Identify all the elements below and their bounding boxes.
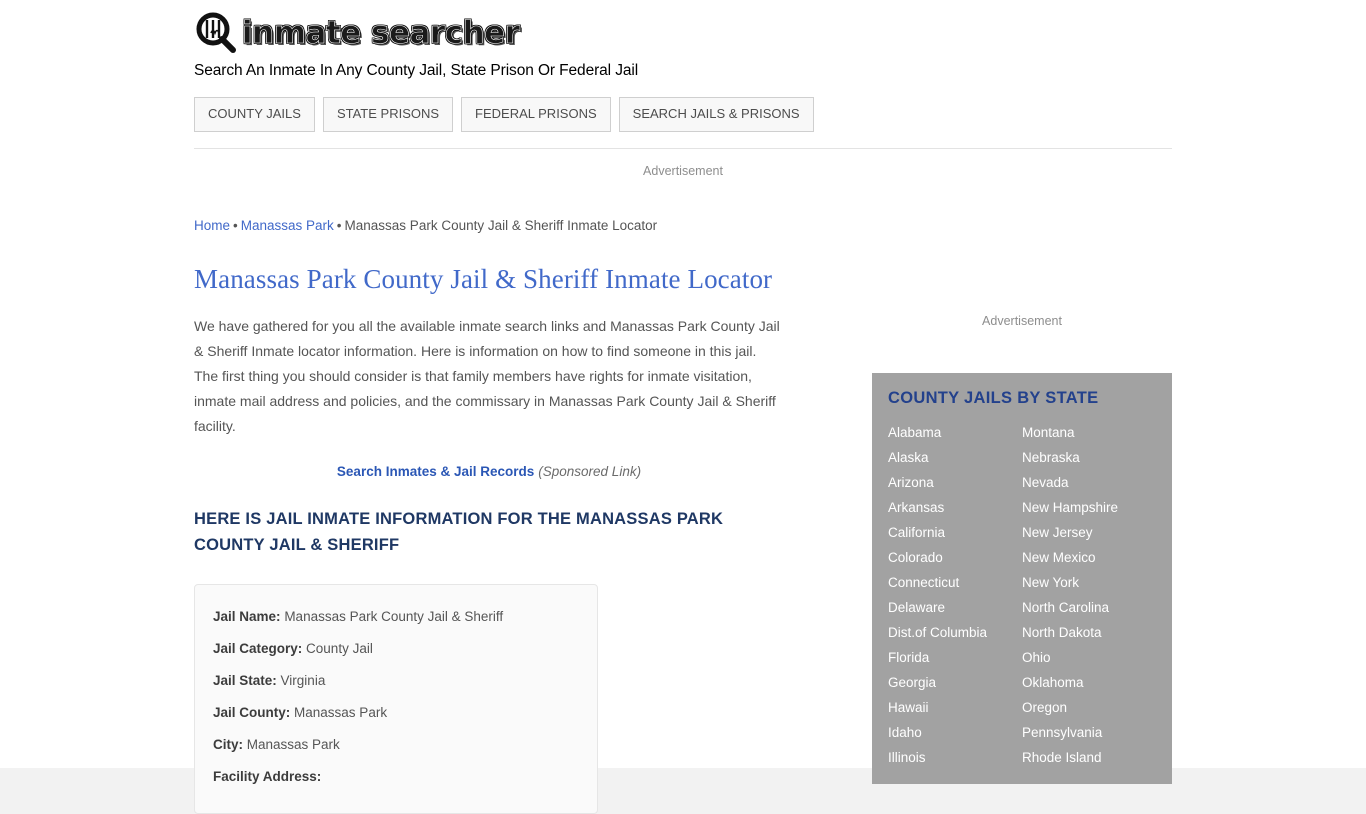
- breadcrumb-county[interactable]: Manassas Park: [241, 218, 334, 233]
- info-value-jail-county: Manassas Park: [294, 705, 388, 720]
- info-row-jail-county: Jail County: Manassas Park: [213, 697, 579, 729]
- state-link-hawaii[interactable]: Hawaii: [888, 695, 1022, 720]
- state-link-ohio[interactable]: Ohio: [1022, 645, 1156, 670]
- section-heading: HERE IS JAIL INMATE INFORMATION FOR THE …: [194, 510, 724, 554]
- state-link-florida[interactable]: Florida: [888, 645, 1022, 670]
- state-link-georgia[interactable]: Georgia: [888, 670, 1022, 695]
- state-link-new-jersey[interactable]: New Jersey: [1022, 520, 1156, 545]
- info-value-jail-category: County Jail: [306, 641, 373, 656]
- sponsored-search-link[interactable]: Search Inmates & Jail Records: [337, 464, 534, 479]
- info-row-facility-address: Facility Address:: [213, 761, 579, 793]
- breadcrumb-current: Manassas Park County Jail & Sheriff Inma…: [344, 218, 658, 233]
- state-link-rhode-island[interactable]: Rhode Island: [1022, 745, 1156, 770]
- breadcrumb-home[interactable]: Home: [194, 218, 230, 233]
- state-link-alaska[interactable]: Alaska: [888, 445, 1022, 470]
- info-value-jail-name: Manassas Park County Jail & Sheriff: [284, 609, 504, 624]
- sidebar-ad-label: Advertisement: [982, 314, 1062, 328]
- nav-item-federal-prisons[interactable]: FEDERAL PRISONS: [461, 97, 611, 132]
- info-row-jail-category: Jail Category: County Jail: [213, 633, 579, 665]
- state-link-connecticut[interactable]: Connecticut: [888, 570, 1022, 595]
- breadcrumb: Home • Manassas Park • Manassas Park County …: [194, 218, 657, 233]
- page-title: Manassas Park County Jail & Sheriff Inma…: [194, 264, 773, 294]
- sponsored-link-row: Search Inmates & Jail Records (Sponsored …: [194, 464, 784, 479]
- info-row-jail-name: Jail Name: Manassas Park County Jail & S…: [213, 601, 579, 633]
- magnifier-prison-bars-icon: [194, 12, 238, 54]
- state-link-north-carolina[interactable]: North Carolina: [1022, 595, 1156, 620]
- state-link-delaware[interactable]: Delaware: [888, 595, 1022, 620]
- info-label-jail-state: Jail State:: [213, 673, 277, 688]
- nav-item-county-jails[interactable]: COUNTY JAILS: [194, 97, 315, 132]
- nav-item-state-prisons[interactable]: STATE PRISONS: [322, 97, 454, 132]
- logo[interactable]: inmate searcher: [194, 10, 1172, 56]
- breadcrumb-separator-2: •: [336, 218, 342, 233]
- sidebar-title: COUNTY JAILS BY STATE: [888, 389, 1099, 407]
- info-row-city: City: Manassas Park: [213, 729, 579, 761]
- state-link-arkansas[interactable]: Arkansas: [888, 495, 1022, 520]
- page-root: inmate searcher Search An Inmate In Any …: [0, 0, 1366, 814]
- state-link-oregon[interactable]: Oregon: [1022, 695, 1156, 720]
- breadcrumb-separator-1: •: [233, 218, 238, 233]
- state-link-oklahoma[interactable]: Oklahoma: [1022, 670, 1156, 695]
- state-columns: Alabama Alaska Arizona Arkansas Californ…: [888, 420, 1156, 770]
- state-link-new-york[interactable]: New York: [1022, 570, 1156, 595]
- state-link-idaho[interactable]: Idaho: [888, 720, 1022, 745]
- state-link-arizona[interactable]: Arizona: [888, 470, 1022, 495]
- info-label-jail-county: Jail County:: [213, 705, 291, 720]
- state-link-colorado[interactable]: Colorado: [888, 545, 1022, 570]
- sponsored-note: (Sponsored Link): [538, 464, 642, 479]
- main-content: Manassas Park County Jail & Sheriff Inma…: [194, 262, 794, 814]
- intro-paragraph: We have gathered for you all the availab…: [194, 318, 780, 434]
- top-ad-label: Advertisement: [643, 164, 723, 178]
- info-label-city: City:: [213, 737, 243, 752]
- info-label-jail-category: Jail Category:: [213, 641, 303, 656]
- site-header: inmate searcher Search An Inmate In Any …: [194, 10, 1172, 80]
- info-label-facility-address: Facility Address:: [213, 769, 322, 784]
- state-link-illinois[interactable]: Illinois: [888, 745, 1022, 770]
- state-link-pennsylvania[interactable]: Pennsylvania: [1022, 720, 1156, 745]
- state-link-nebraska[interactable]: Nebraska: [1022, 445, 1156, 470]
- state-link-nevada[interactable]: Nevada: [1022, 470, 1156, 495]
- sidebar-ad-slot: Advertisement: [872, 314, 1172, 328]
- info-row-jail-state: Jail State: Virginia: [213, 665, 579, 697]
- info-value-city: Manassas Park: [246, 737, 340, 752]
- state-link-california[interactable]: California: [888, 520, 1022, 545]
- jail-info-box: Jail Name: Manassas Park County Jail & S…: [194, 584, 598, 814]
- state-link-new-hampshire[interactable]: New Hampshire: [1022, 495, 1156, 520]
- state-link-north-dakota[interactable]: North Dakota: [1022, 620, 1156, 645]
- state-link-new-mexico[interactable]: New Mexico: [1022, 545, 1156, 570]
- state-link-alabama[interactable]: Alabama: [888, 420, 1022, 445]
- top-ad-slot: Advertisement: [194, 164, 1172, 178]
- site-tagline: Search An Inmate In Any County Jail, Sta…: [194, 62, 639, 79]
- info-label-jail-name: Jail Name:: [213, 609, 281, 624]
- state-link-dist-of-columbia[interactable]: Dist.of Columbia: [888, 620, 1022, 645]
- nav-item-search-jails-prisons[interactable]: SEARCH JAILS & PRISONS: [618, 97, 814, 132]
- state-link-montana[interactable]: Montana: [1022, 420, 1156, 445]
- county-jails-by-state-panel: COUNTY JAILS BY STATE Alabama Alaska Ari…: [872, 373, 1172, 784]
- state-column-right: Montana Nebraska Nevada New Hampshire Ne…: [1022, 420, 1156, 770]
- info-value-jail-state: Virginia: [280, 673, 326, 688]
- header-divider: [194, 148, 1172, 149]
- state-column-left: Alabama Alaska Arizona Arkansas Californ…: [888, 420, 1022, 770]
- logo-wordmark: inmate searcher: [242, 15, 521, 52]
- main-navigation: COUNTY JAILS STATE PRISONS FEDERAL PRISO…: [194, 97, 814, 132]
